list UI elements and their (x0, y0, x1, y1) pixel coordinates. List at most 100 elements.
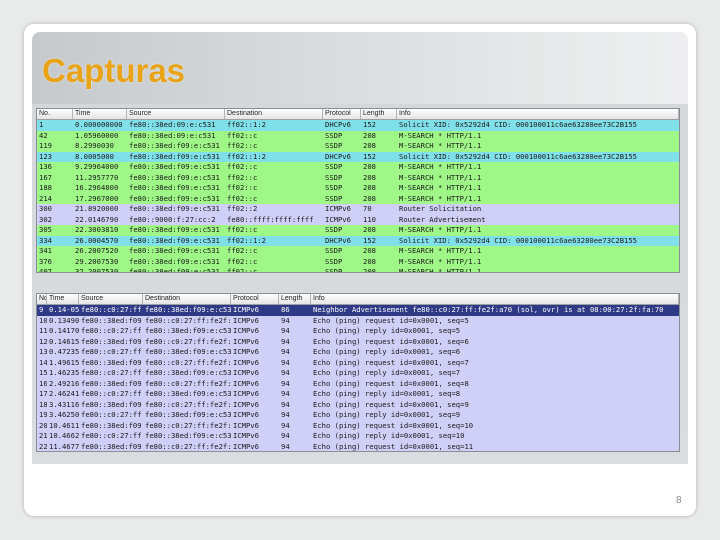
packet-row[interactable]: 100.1349000fe80::38ed:f09:e:c531fe80::c0… (37, 315, 679, 326)
packet-row[interactable]: 172.4624100fe80::c0:27:ff:fe2f:a70fe80::… (37, 389, 679, 400)
column-header-protocol[interactable]: Protocol (231, 294, 279, 304)
cell-destination: ff02::2 (227, 204, 258, 213)
cell-protocol: ICMPv6 (233, 441, 259, 451)
column-header-no[interactable]: No. (37, 109, 73, 119)
packet-row[interactable]: 300 21.8920000 fe80::38ed:f09:e:c531 ff02::… (37, 204, 679, 215)
packet-row[interactable]: 141.4961500fe80::38ed:f09:e:c531fe80::c0… (37, 357, 679, 368)
packet-row[interactable]: 120.1461500fe80::38ed:f09:e:c531fe80::c0… (37, 336, 679, 347)
cell-time: 0.000000000 (75, 120, 123, 129)
cell-time: 0.1349000 (49, 315, 79, 325)
cell-length: 94 (281, 441, 290, 451)
packet-row[interactable]: 119 8.2990030 fe80::38ed:f09:e:c531 ff02::c… (37, 141, 679, 152)
cell-no: 12 (39, 336, 47, 346)
packet-row[interactable]: 193.4625000fe80::c0:27:ff:fe2f:a70fe80::… (37, 410, 679, 421)
packet-row[interactable]: 2010.4611500fe80::38ed:f09:e:c531fe80::c… (37, 420, 679, 431)
packet-row[interactable]: 305 22.3003810 fe80::38ed:f09:e:c531 ff02::… (37, 225, 679, 236)
packet-row[interactable]: 136 9.29964000 fe80::38ed:f09:e:c531 ff02::… (37, 162, 679, 173)
cell-length: 94 (281, 399, 290, 409)
column-header-source[interactable]: Source (127, 109, 225, 119)
cell-protocol: ICMPv6 (325, 204, 351, 213)
column-header-info[interactable]: Info (397, 109, 679, 119)
column-header-destination[interactable]: Destination (225, 109, 323, 119)
cell-time: 22.3003810 (75, 225, 119, 234)
cell-no: 9 (39, 305, 44, 314)
packet-row[interactable]: 214 17.2967000 fe80::38ed:f09:e:c531 ff02::… (37, 193, 679, 204)
cell-info: M-SEARCH * HTTP/1.1 (399, 256, 482, 266)
packet-row[interactable]: 302 22.0146790 fe80::9000:f:27:cc:2 fe80::f… (37, 214, 679, 225)
packet-row[interactable]: 2211.4677700fe80::38ed:f09:e:c531fe80::c… (37, 441, 679, 451)
packet-row[interactable]: 2110.4662500fe80::c0:27:ff:fe2f:a70fe80:… (37, 431, 679, 442)
cell-no: 11 (39, 326, 47, 335)
column-header-time[interactable]: Time (73, 109, 127, 119)
cell-length: 208 (363, 225, 376, 234)
packet-row[interactable]: 42 1.05960000 fe80::38ed:09:e:c531 ff02::c S… (37, 130, 679, 141)
packet-row[interactable]: 376 29.2007530 fe80::38ed:f09:e:c531 ff02::… (37, 256, 679, 267)
column-header-length[interactable]: Length (279, 294, 311, 304)
packet-row[interactable]: 167 11.2957770 fe80::38ed:f09:e:c531 ff02::… (37, 172, 679, 183)
cell-length: 94 (281, 357, 290, 367)
cell-no: 407 (39, 267, 52, 273)
cell-destination: fe80::38ed:f09:e:c531 (145, 368, 231, 377)
packet-row[interactable]: 130.4723500fe80::c0:27:ff:fe2f:a70fe80::… (37, 347, 679, 358)
cell-time: 2.4624100 (49, 389, 79, 398)
column-header-no[interactable]: No. (37, 294, 47, 304)
column-header-source[interactable]: Source (79, 294, 143, 304)
cell-time: 29.2007530 (75, 256, 119, 266)
cell-time: 8.0005000 (75, 151, 114, 161)
packet-row[interactable]: 9 0.14-05E0fe80::c0:27:ff:fe2f:a70fe80::3… (37, 305, 679, 316)
cell-destination: fe80::38ed:f09:e:c531 (145, 326, 231, 335)
column-header-time[interactable]: Time (47, 294, 79, 304)
cell-time: 9.29964000 (75, 162, 119, 171)
cell-no: 14 (39, 357, 47, 367)
cell-source: fe80::38ed:f09:e:c531 (129, 141, 220, 150)
cell-destination: ff02::1:2 (227, 235, 266, 245)
packet-row[interactable]: 183.4311600fe80::38ed:f09:e:c531fe80::c0… (37, 399, 679, 410)
packet-row[interactable]: 162.4921600fe80::38ed:f09:e:c531fe80::c0… (37, 378, 679, 389)
column-header-info[interactable]: Info (311, 294, 679, 304)
cell-length: 70 (363, 204, 372, 213)
packet-row[interactable]: 110.1417000fe80::c0:27:ff:fe2f:a70fe80::… (37, 326, 679, 337)
cell-destination: ff02::1:2 (227, 120, 266, 129)
cell-source: fe80::9000:f:27:cc:2 (129, 214, 216, 224)
cell-no: 214 (39, 193, 52, 203)
packet-row[interactable]: 1 0.000000000 fe80::38ed:09:e:c531 ff02::1:… (37, 120, 679, 131)
cell-destination: ff02::c (227, 256, 258, 266)
cell-protocol: ICMPv6 (233, 399, 259, 409)
cell-protocol: SSDP (325, 246, 343, 255)
cell-info: Echo (ping) reply id=0x0001, seq=9 (313, 410, 461, 419)
cell-length: 208 (363, 162, 376, 171)
packet-row[interactable]: 341 26.2007520 fe80::38ed:f09:e:c531 ff02::… (37, 246, 679, 257)
cell-no: 136 (39, 162, 52, 171)
cell-length: 94 (281, 420, 290, 430)
cell-info: Neighbor Advertisement fe80::c0:27:ff:fe… (313, 305, 664, 314)
cell-destination: ff02::c (227, 162, 258, 171)
cell-source: fe80::38ed:f09:e:c531 (129, 246, 220, 255)
cell-no: 188 (39, 183, 52, 192)
cell-time: 8.2990030 (75, 141, 114, 150)
cell-protocol: ICMPv6 (233, 357, 259, 367)
cell-length: 94 (281, 431, 290, 440)
cell-info: Echo (ping) request id=0x0001, seq=9 (313, 399, 469, 409)
cell-time: 0.14-05E0 (49, 305, 79, 314)
packet-row[interactable]: 151.4623500fe80::c0:27:ff:fe2f:a70fe80::… (37, 368, 679, 379)
column-header-protocol[interactable]: Protocol (323, 109, 361, 119)
cell-time: 16.2964800 (75, 183, 119, 192)
column-header-destination[interactable]: Destination (143, 294, 231, 304)
column-header-length[interactable]: Length (361, 109, 397, 119)
packet-row[interactable]: 123 8.0005000 fe80::38ed:f09:e:c531 ff02::1… (37, 151, 679, 162)
cell-time: 0.1417000 (49, 326, 79, 335)
cell-protocol: SSDP (325, 172, 343, 182)
cell-time: 0.4723500 (49, 347, 79, 356)
packet-row[interactable]: 334 26.0004570 fe80::38ed:f09:e:c531 ff02::… (37, 235, 679, 246)
cell-time: 11.2957770 (75, 172, 119, 182)
cell-time: 17.2967000 (75, 193, 119, 203)
cell-time: 26.2007520 (75, 246, 119, 255)
packet-row[interactable]: 188 16.2964800 fe80::38ed:f09:e:c531 ff02::… (37, 183, 679, 194)
cell-protocol: SSDP (325, 130, 343, 140)
packet-list-capture-1: No. Time Source Destination Protocol Len… (36, 108, 680, 273)
packet-row[interactable]: 407 32.2007530 fe80::38ed:f09:e:c531 ff02::… (37, 267, 679, 273)
cell-info: Router Solicitation (399, 204, 482, 213)
cell-info: Echo (ping) reply id=0x0001, seq=5 (313, 326, 461, 335)
cell-protocol: SSDP (325, 256, 343, 266)
cell-protocol: ICMPv6 (233, 378, 259, 388)
